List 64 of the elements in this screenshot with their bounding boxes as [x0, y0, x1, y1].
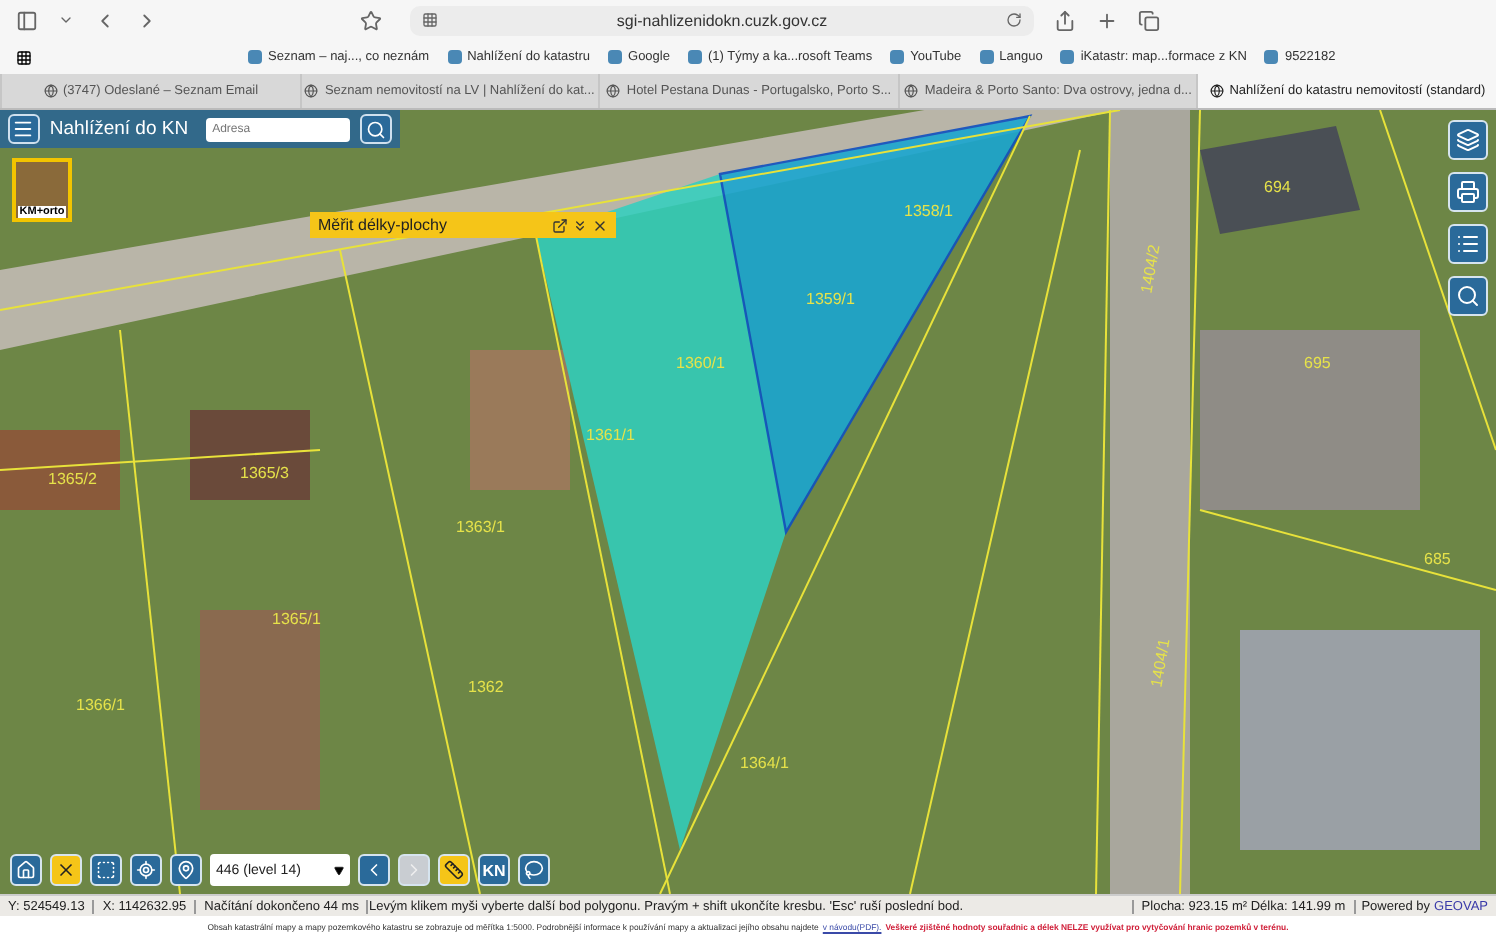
pin-button[interactable] [170, 854, 202, 886]
parcel-number: 1364/1 [740, 754, 789, 772]
parcel-number: 1362 [468, 678, 504, 696]
globe-icon [304, 84, 319, 98]
app-title: Nahlížení do KN [49, 118, 189, 140]
crosshair-icon [136, 860, 156, 880]
grid-icon[interactable] [16, 49, 32, 65]
globe-icon [606, 84, 621, 98]
search-icon [366, 119, 387, 139]
parcel-number: 1404/1 [1147, 637, 1174, 689]
panel-title: Měřit délky-plochy [318, 216, 449, 234]
close-button[interactable] [50, 854, 82, 886]
parcel-number: 1365/1 [272, 610, 321, 628]
layers-icon [1456, 128, 1480, 152]
parcel-number: 1360/1 [676, 354, 725, 372]
reload-icon[interactable] [1006, 12, 1022, 28]
caret-icon [334, 865, 344, 875]
ruler-button[interactable] [438, 854, 470, 886]
parcel-number: 1365/3 [240, 464, 289, 482]
address-bar[interactable]: sgi-nahlizenidokn.cuzk.gov.cz [410, 5, 1034, 35]
legend-button[interactable] [1448, 224, 1488, 264]
home-button[interactable] [10, 854, 42, 886]
dashed-square-button[interactable] [90, 854, 122, 886]
lasso-icon [524, 860, 544, 880]
pin-icon [176, 860, 196, 880]
globe-icon [43, 84, 58, 98]
plus-icon[interactable] [1096, 9, 1118, 31]
external-link-icon[interactable] [552, 217, 568, 233]
page-icon [422, 12, 438, 28]
menu-icon [12, 118, 35, 140]
parcel-number: 1359/1 [806, 290, 855, 308]
tabs-icon[interactable] [1138, 9, 1160, 31]
layers-button[interactable] [1448, 120, 1488, 160]
dashed-square-icon [96, 860, 116, 880]
parcel-number: 1365/2 [48, 470, 97, 488]
search-button[interactable] [360, 114, 392, 144]
sidebar-icon[interactable] [16, 9, 38, 31]
search-button[interactable] [1448, 276, 1488, 316]
chevron-left-button[interactable] [358, 854, 390, 886]
parcel-number: 685 [1424, 550, 1451, 568]
close-icon[interactable] [592, 217, 608, 233]
menu-button[interactable] [8, 114, 40, 144]
chevrons-down-icon[interactable] [572, 217, 588, 233]
crosshair-button[interactable] [130, 854, 162, 886]
globe-icon [904, 84, 919, 98]
close-icon [56, 860, 76, 880]
parcel-number: 695 [1304, 354, 1331, 372]
share-icon[interactable] [1054, 9, 1076, 31]
parcel-number: 1363/1 [456, 518, 505, 536]
printer-icon [1456, 180, 1480, 204]
printer-button[interactable] [1448, 172, 1488, 212]
kn-button[interactable]: KN [478, 854, 510, 886]
parcel-number: 1366/1 [76, 696, 125, 714]
search-icon [1456, 284, 1480, 308]
parcel-number: 1404/2 [1137, 243, 1164, 295]
star-icon[interactable] [360, 9, 382, 31]
parcel-number: 694 [1264, 178, 1291, 196]
chevron-down-icon[interactable] [58, 12, 74, 28]
lasso-button[interactable] [518, 854, 550, 886]
globe-icon [1209, 84, 1224, 98]
ruler-icon [444, 860, 464, 880]
parcel-number: 1358/1 [904, 202, 953, 220]
parcel-number: 1361/1 [586, 426, 635, 444]
home-icon [16, 860, 36, 880]
